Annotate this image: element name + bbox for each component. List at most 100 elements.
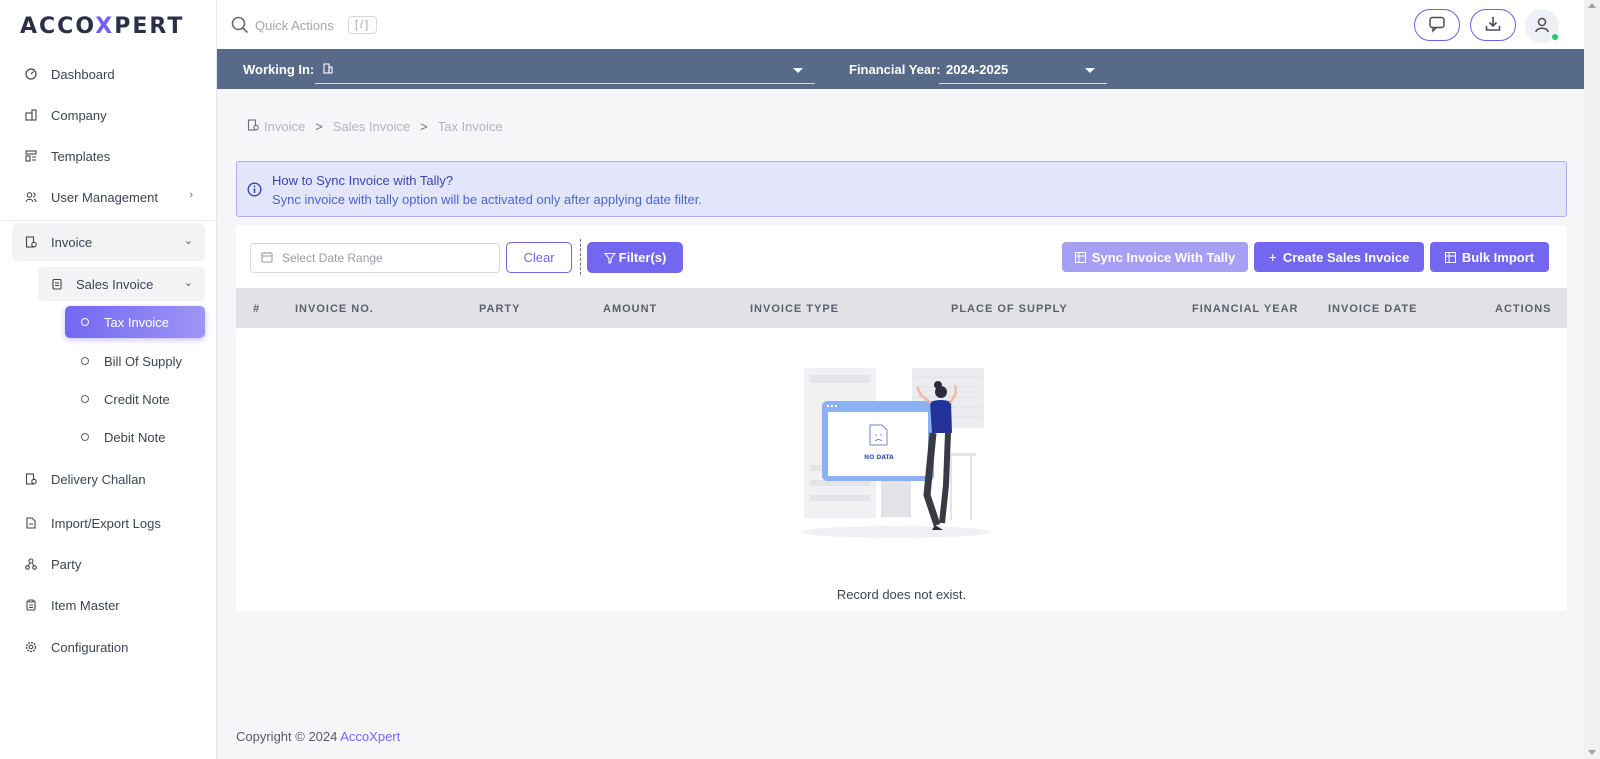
settings-icon: [24, 640, 38, 654]
sidebar-item-label: Import/Export Logs: [51, 515, 161, 531]
column-header: #: [253, 303, 261, 315]
sidebar-leaf-label: Bill Of Supply: [104, 353, 183, 369]
sidebar-item-party[interactable]: Party: [12, 545, 205, 583]
sidebar-item-label: User Management: [51, 189, 158, 205]
sidebar-item-configuration[interactable]: Configuration: [12, 628, 205, 666]
svg-text:NO DATA: NO DATA: [864, 454, 894, 461]
column-header[interactable]: PLACE OF SUPPLY: [951, 303, 1068, 315]
breadcrumb: Invoice > Sales Invoice > Tax Invoice: [247, 119, 503, 134]
building-icon: [322, 62, 334, 77]
bulk-import-label: Bulk Import: [1461, 249, 1535, 265]
sync-tally-button[interactable]: Sync Invoice With Tally: [1062, 242, 1248, 272]
invoice-list-card: Select Date Range Clear Filter(s) Sync I…: [236, 225, 1567, 611]
sidebar-item-delivery-challan[interactable]: Delivery Challan: [12, 460, 205, 498]
sidebar-item-company[interactable]: Company: [12, 96, 205, 134]
column-header: ACTIONS: [1495, 303, 1552, 315]
bullet-icon: [81, 395, 89, 403]
scroll-up-arrow-icon[interactable]: [1588, 3, 1596, 8]
sidebar-leaf-label: Credit Note: [104, 391, 170, 407]
scroll-down-arrow-icon[interactable]: [1588, 750, 1596, 755]
empty-state-message: Record does not exist.: [836, 587, 967, 602]
item-icon: [24, 598, 38, 612]
sidebar-item-invoice[interactable]: Invoice ⌄: [12, 223, 205, 261]
sidebar-item-label: Dashboard: [51, 66, 115, 82]
sidebar-item-label: Delivery Challan: [51, 471, 146, 487]
calendar-icon: [261, 251, 273, 266]
sidebar-item-label: Invoice: [51, 234, 93, 250]
column-header[interactable]: PARTY: [479, 303, 520, 315]
column-header[interactable]: FINANCIAL YEAR: [1192, 303, 1299, 315]
copyright-text: Copyright © 2024: [236, 729, 338, 744]
sidebar-item-import-export-logs[interactable]: Import/Export Logs: [12, 504, 205, 542]
topbar: Quick Actions [/]: [217, 0, 1584, 49]
sidebar-item-templates[interactable]: Templates: [12, 137, 205, 175]
breadcrumb-invoice[interactable]: Invoice: [264, 119, 305, 134]
filter-button[interactable]: Filter(s): [587, 242, 683, 273]
toolbar-divider: [580, 239, 581, 275]
info-icon: [247, 182, 262, 200]
bullet-icon: [81, 433, 89, 441]
sidebar-item-debit-note[interactable]: Debit Note: [65, 421, 205, 453]
breadcrumb-sales-invoice[interactable]: Sales Invoice: [333, 119, 410, 134]
sync-info-alert: How to Sync Invoice with Tally? Sync inv…: [236, 161, 1567, 217]
date-range-input[interactable]: Select Date Range: [250, 243, 500, 273]
app-logo[interactable]: ACCOXPERT: [20, 14, 184, 39]
company-icon: [24, 108, 38, 122]
info-text: Sync invoice with tally option will be a…: [272, 192, 702, 207]
filter-icon: [603, 252, 616, 264]
bullet-icon: [81, 318, 89, 326]
context-strip: Working In: Financial Year: 2024-2025: [217, 49, 1584, 89]
chat-button[interactable]: [1414, 9, 1460, 41]
invoice-icon: [247, 119, 259, 134]
sales-invoice-icon: [50, 277, 64, 291]
bullet-icon: [81, 357, 89, 365]
column-header[interactable]: INVOICE TYPE: [750, 303, 839, 315]
date-range-placeholder: Select Date Range: [282, 251, 383, 265]
sidebar-sub-label: Sales Invoice: [76, 276, 154, 292]
download-button[interactable]: [1470, 9, 1516, 41]
working-in-select[interactable]: [315, 56, 815, 84]
sidebar-item-label: Company: [51, 107, 107, 123]
table-icon: [1074, 251, 1086, 263]
column-header[interactable]: AMOUNT: [603, 303, 657, 315]
sync-tally-label: Sync Invoice With Tally: [1091, 249, 1236, 265]
table-icon: [1444, 251, 1456, 263]
working-in-label: Working In:: [243, 62, 315, 77]
caret-down-icon: [1085, 68, 1095, 73]
info-title: How to Sync Invoice with Tally?: [272, 173, 454, 188]
column-header[interactable]: INVOICE DATE: [1328, 303, 1417, 315]
online-status-dot: [1551, 33, 1559, 41]
no-data-illustration: NO DATA: [796, 355, 1006, 540]
download-icon: [1484, 15, 1502, 36]
sidebar-item-dashboard[interactable]: Dashboard: [12, 55, 205, 93]
sidebar-item-sales-invoice[interactable]: Sales Invoice ⌄: [38, 267, 205, 301]
sidebar-divider: [0, 220, 217, 221]
breadcrumb-separator: >: [420, 119, 428, 134]
bulk-import-button[interactable]: Bulk Import: [1430, 242, 1549, 272]
dashboard-icon: [24, 67, 38, 81]
user-icon: [1533, 16, 1551, 37]
chevron-down-icon: ⌄: [183, 235, 193, 247]
delivery-icon: [24, 472, 38, 486]
table-header: # INVOICE NO. PARTY AMOUNT INVOICE TYPE …: [236, 288, 1567, 328]
users-icon: [24, 190, 38, 204]
sidebar-item-user-management[interactable]: User Management ›: [12, 178, 205, 216]
sidebar-item-credit-note[interactable]: Credit Note: [65, 383, 205, 415]
logs-icon: [24, 516, 38, 530]
sidebar-item-bill-of-supply[interactable]: Bill Of Supply: [65, 345, 205, 377]
sidebar-item-label: Item Master: [51, 597, 120, 613]
sidebar-item-tax-invoice[interactable]: Tax Invoice: [65, 306, 205, 338]
breadcrumb-tax-invoice: Tax Invoice: [437, 119, 503, 134]
search-icon[interactable]: [231, 16, 249, 37]
column-header[interactable]: INVOICE NO.: [295, 303, 374, 315]
clear-button[interactable]: Clear: [506, 242, 572, 273]
create-sales-invoice-button[interactable]: + Create Sales Invoice: [1254, 242, 1424, 272]
avatar[interactable]: [1525, 9, 1559, 43]
page-scrollbar[interactable]: [1584, 0, 1600, 759]
invoice-icon: [24, 235, 38, 249]
footer-brand-link[interactable]: AccoXpert: [340, 729, 400, 744]
financial-year-select[interactable]: 2024-2025: [939, 56, 1107, 84]
quick-actions-input[interactable]: Quick Actions: [255, 18, 334, 33]
sidebar-item-item-master[interactable]: Item Master: [12, 586, 205, 624]
templates-icon: [24, 149, 38, 163]
